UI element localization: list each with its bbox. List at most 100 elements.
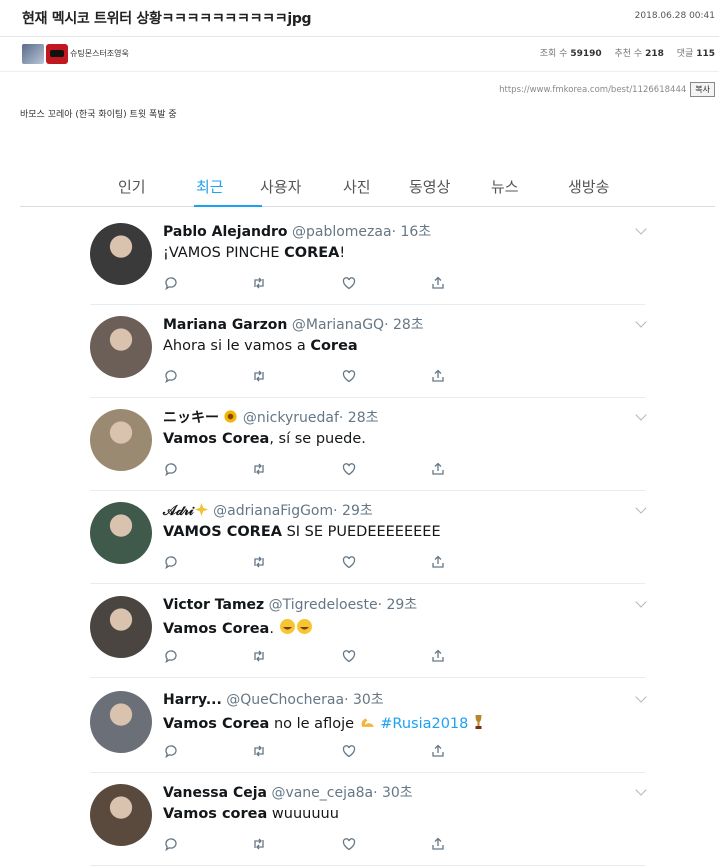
tweet-text-part: . (269, 621, 279, 637)
like-icon[interactable] (341, 461, 357, 477)
post-url[interactable]: https://www.fmkorea.com/best/1126618444 (499, 85, 686, 95)
chevron-down-icon[interactable] (635, 691, 647, 703)
tweet-time[interactable]: · 28초 (339, 410, 379, 426)
likes-label: 추천 수 (614, 49, 643, 59)
tweet-author-name[interactable]: 𝒜𝒹𝓇𝒾 (163, 503, 194, 519)
tweet-author-name[interactable]: ニッキー (163, 410, 219, 426)
tab-people[interactable]: 사용자 (260, 176, 301, 197)
tab-photos[interactable]: 사진 (343, 176, 371, 197)
tweet-author-name[interactable]: Vanessa Ceja (163, 785, 267, 801)
retweet-icon[interactable] (251, 743, 267, 759)
reply-icon[interactable] (163, 461, 179, 477)
tweet-avatar[interactable] (90, 223, 152, 285)
tweet-author-name[interactable]: Pablo Alejandro (163, 224, 288, 240)
tweet-text-highlight: Vamos Corea (163, 621, 270, 637)
tweet-text-highlight: Corea (310, 338, 358, 354)
retweet-icon[interactable] (251, 461, 267, 477)
like-icon[interactable] (341, 554, 357, 570)
tab-videos[interactable]: 동영상 (409, 176, 450, 197)
tweet-author-handle[interactable]: @vane_ceja8a (271, 785, 373, 801)
author-nickname[interactable]: 슈팅몬스터조영욱 (70, 48, 129, 59)
tweet-author-handle[interactable]: @nickyruedaf (243, 410, 339, 426)
like-icon[interactable] (341, 743, 357, 759)
tweet-item[interactable]: Harry... @QueChocheraa· 30초 Vamos Corea n… (90, 679, 647, 773)
likes-count: 218 (645, 49, 664, 59)
tab-news[interactable]: 뉴스 (491, 176, 519, 197)
share-icon[interactable] (430, 648, 446, 664)
share-icon[interactable] (430, 836, 446, 852)
copy-url-button[interactable]: 복사 (690, 82, 715, 97)
share-icon[interactable] (430, 554, 446, 570)
chevron-down-icon[interactable] (635, 784, 647, 796)
tweet-time[interactable]: · 28초 (384, 317, 424, 333)
chevron-down-icon[interactable] (635, 223, 647, 235)
search-tabs: 인기 최근 사용자 사진 동영상 뉴스 생방송 (20, 170, 715, 207)
post-date: 2018.06.28 00:41 (634, 11, 715, 21)
tweet-author-handle[interactable]: @Tigredeloeste (269, 597, 378, 613)
tweet-avatar[interactable] (90, 409, 152, 471)
retweet-icon[interactable] (251, 275, 267, 291)
chevron-down-icon[interactable] (635, 596, 647, 608)
tweet-author-name[interactable]: Harry... (163, 692, 222, 708)
tweet-text: Vamos corea wuuuuuu (163, 806, 339, 822)
author-avatar[interactable] (22, 44, 68, 64)
share-icon[interactable] (430, 368, 446, 384)
tab-broadcasts[interactable]: 생방송 (568, 176, 609, 197)
tweet-avatar[interactable] (90, 596, 152, 658)
tweet-author-name[interactable]: Mariana Garzon (163, 317, 287, 333)
tweet-avatar[interactable] (90, 316, 152, 378)
tweet-time[interactable]: · 16초 (392, 224, 432, 240)
tweet-item[interactable]: 𝒜𝒹𝓇𝒾 @adrianaFigGom· 29초 VAMOS COREA SI S… (90, 490, 647, 584)
retweet-icon[interactable] (251, 648, 267, 664)
tweet-text: Vamos Corea, sí se puede. (163, 431, 366, 447)
tweet-text-part: , sí se puede. (269, 431, 366, 447)
chevron-down-icon[interactable] (635, 409, 647, 421)
share-icon[interactable] (430, 461, 446, 477)
like-icon[interactable] (341, 275, 357, 291)
reply-icon[interactable] (163, 743, 179, 759)
tweet-avatar[interactable] (90, 502, 152, 564)
trophy-icon (475, 715, 482, 729)
tweet-item[interactable]: ニッキー @nickyruedaf· 28초 Vamos Corea, sí se… (90, 397, 647, 491)
tweet-author-handle[interactable]: @pablomezaa (292, 224, 392, 240)
tweet-time[interactable]: · 30초 (344, 692, 384, 708)
share-icon[interactable] (430, 275, 446, 291)
tweet-author-handle[interactable]: @MarianaGQ (292, 317, 384, 333)
like-icon[interactable] (341, 368, 357, 384)
tweet-avatar[interactable] (90, 691, 152, 753)
tweet-text-part: SI SE PUEDEEEEEEEE (281, 524, 441, 540)
tweet-author-handle[interactable]: @QueChocheraa (226, 692, 344, 708)
tab-popular[interactable]: 인기 (118, 176, 146, 197)
tweet-item[interactable]: Mariana Garzon @MarianaGQ· 28초 Ahora si l… (90, 304, 647, 398)
tweet-actions (163, 836, 463, 854)
share-icon[interactable] (430, 743, 446, 759)
tab-latest[interactable]: 최근 (196, 176, 224, 197)
tweet-item[interactable]: Victor Tamez @Tigredeloeste· 29초 Vamos Co… (90, 584, 647, 678)
tweet-item[interactable]: Vanessa Ceja @vane_ceja8a· 30초 Vamos core… (90, 772, 647, 866)
reply-icon[interactable] (163, 648, 179, 664)
reply-icon[interactable] (163, 554, 179, 570)
tweet-text-part: ¡VAMOS PINCHE (163, 245, 285, 261)
tweet-text-highlight: Vamos corea (163, 806, 268, 822)
avatar-image (22, 44, 44, 64)
retweet-icon[interactable] (251, 368, 267, 384)
tweet-time[interactable]: · 30초 (373, 785, 413, 801)
chevron-down-icon[interactable] (635, 502, 647, 514)
hashtag-link[interactable]: #Rusia2018 (380, 716, 468, 732)
reply-icon[interactable] (163, 275, 179, 291)
reply-icon[interactable] (163, 368, 179, 384)
chevron-down-icon[interactable] (635, 316, 647, 328)
tweet-header: Vanessa Ceja @vane_ceja8a· 30초 (163, 782, 413, 802)
tweet-author-handle[interactable]: @adrianaFigGom (213, 503, 333, 519)
tweet-item[interactable]: Pablo Alejandro @pablomezaa· 16초 ¡VAMOS P… (90, 211, 647, 305)
retweet-icon[interactable] (251, 836, 267, 852)
like-icon[interactable] (341, 648, 357, 664)
retweet-icon[interactable] (251, 554, 267, 570)
tweet-time[interactable]: · 29초 (378, 597, 418, 613)
reply-icon[interactable] (163, 836, 179, 852)
tweet-time[interactable]: · 29초 (333, 503, 373, 519)
tweet-header: 𝒜𝒹𝓇𝒾 @adrianaFigGom· 29초 (163, 500, 373, 520)
like-icon[interactable] (341, 836, 357, 852)
tweet-avatar[interactable] (90, 784, 152, 846)
tweet-author-name[interactable]: Victor Tamez (163, 597, 264, 613)
